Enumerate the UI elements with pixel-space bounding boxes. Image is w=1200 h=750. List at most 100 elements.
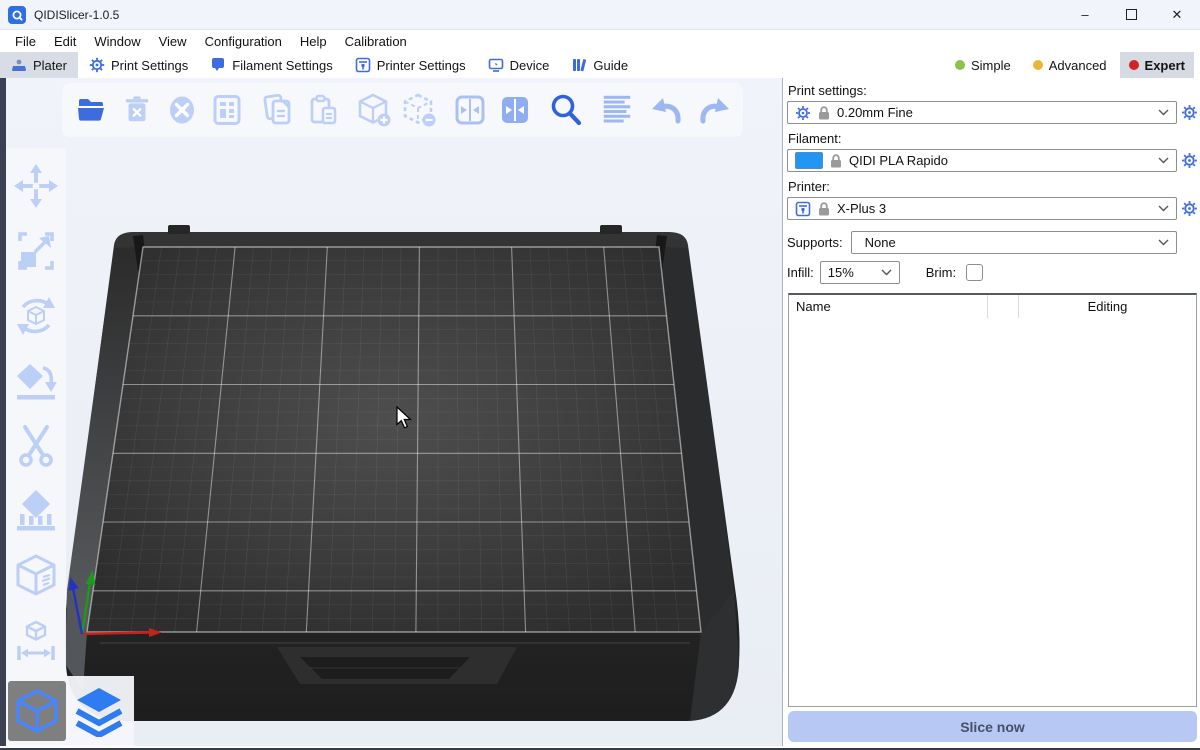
scale-button[interactable] <box>12 227 60 275</box>
menu-calibration[interactable]: Calibration <box>336 32 416 51</box>
app-window: QIDISlicer-1.0.5 – ✕ File Edit Window Vi… <box>0 0 1200 750</box>
tab-printer-settings[interactable]: Printer Settings <box>344 52 477 78</box>
open-button[interactable] <box>74 90 110 130</box>
print-settings-combo[interactable]: 0.20mm Fine <box>787 101 1177 124</box>
copy-icon <box>261 93 295 127</box>
search-button[interactable] <box>548 90 584 130</box>
window-title: QIDISlicer-1.0.5 <box>34 8 119 22</box>
plater-icon <box>11 57 27 73</box>
guide-icon <box>571 57 587 73</box>
edit-print-settings-button[interactable] <box>1180 103 1199 122</box>
split-objects-icon <box>453 93 487 127</box>
printer-combo[interactable]: X-Plus 3 <box>787 197 1177 220</box>
tab-plater[interactable]: Plater <box>0 52 78 78</box>
edit-filament-button[interactable] <box>1180 151 1199 170</box>
tab-guide[interactable]: Guide <box>560 52 639 78</box>
slice-now-button[interactable]: Slice now <box>788 711 1197 742</box>
printer-icon <box>795 201 811 217</box>
mode-expert[interactable]: Expert <box>1120 52 1194 78</box>
gear-icon <box>795 105 811 121</box>
tab-filament-settings[interactable]: Filament Settings <box>199 52 343 78</box>
add-instance-button[interactable] <box>356 90 392 130</box>
mode-simple[interactable]: Simple <box>946 52 1020 78</box>
menu-view[interactable]: View <box>150 32 196 51</box>
column-editing: Editing <box>1018 295 1196 318</box>
measure-icon <box>13 618 59 664</box>
minimize-button[interactable]: – <box>1062 0 1108 30</box>
rotate-button[interactable] <box>12 292 60 340</box>
place-on-face-icon <box>13 358 59 404</box>
cut-icon <box>13 423 59 469</box>
delete-all-button[interactable] <box>164 90 200 130</box>
maximize-button[interactable] <box>1108 0 1154 30</box>
print-settings-label: Print settings: <box>788 83 1200 98</box>
measure-button[interactable] <box>12 617 60 665</box>
menu-edit[interactable]: Edit <box>45 32 85 51</box>
mode-label: Simple <box>971 58 1011 73</box>
chevron-down-icon <box>1158 109 1169 116</box>
paste-icon <box>306 93 340 127</box>
title-bar: QIDISlicer-1.0.5 – ✕ <box>0 0 1200 30</box>
filament-value: QIDI PLA Rapido <box>849 153 1151 168</box>
undo-button[interactable] <box>650 90 686 130</box>
infill-value: 15% <box>828 265 874 280</box>
edit-printer-button[interactable] <box>1180 199 1199 218</box>
plater-toolbar <box>62 83 743 137</box>
redo-button[interactable] <box>695 90 731 130</box>
filament-combo[interactable]: QIDI PLA Rapido <box>787 149 1177 172</box>
copy-button[interactable] <box>260 90 296 130</box>
settings-panel: Print settings: <box>783 78 1200 746</box>
arrange-button[interactable] <box>209 90 245 130</box>
close-button[interactable]: ✕ <box>1154 0 1200 30</box>
view-toggle <box>6 676 134 746</box>
open-folder-icon <box>75 93 109 127</box>
gizmo-toolbar <box>6 148 66 746</box>
move-button[interactable] <box>12 162 60 210</box>
app-logo-icon <box>8 6 26 24</box>
seam-painting-button[interactable] <box>12 552 60 600</box>
delete-button[interactable] <box>119 90 155 130</box>
delete-all-icon <box>165 93 199 127</box>
tab-print-settings[interactable]: Print Settings <box>78 52 199 78</box>
editor-view-button[interactable] <box>8 681 66 741</box>
menu-configuration[interactable]: Configuration <box>196 32 291 51</box>
3d-viewport[interactable] <box>0 78 783 746</box>
cube-view-icon <box>13 687 61 735</box>
menu-file[interactable]: File <box>6 32 45 51</box>
remove-instance-button[interactable] <box>401 90 437 130</box>
column-extruder <box>987 295 1018 318</box>
infill-combo[interactable]: 15% <box>820 261 900 284</box>
place-on-face-button[interactable] <box>12 357 60 405</box>
object-list-body[interactable] <box>789 318 1196 706</box>
menu-help[interactable]: Help <box>291 32 336 51</box>
cut-button[interactable] <box>12 422 60 470</box>
paint-on-supports-button[interactable] <box>12 487 60 535</box>
layers-view-icon <box>73 685 125 737</box>
menu-window[interactable]: Window <box>85 32 149 51</box>
seam-painting-icon <box>13 553 59 599</box>
gear-icon <box>1181 200 1198 217</box>
preview-view-button[interactable] <box>70 681 128 741</box>
printer-label: Printer: <box>788 179 1200 194</box>
printer-icon <box>355 57 371 73</box>
tab-device[interactable]: Device <box>477 52 561 78</box>
add-instance-icon <box>356 92 392 128</box>
chevron-down-icon <box>881 269 892 276</box>
split-to-objects-button[interactable] <box>452 90 488 130</box>
paste-button[interactable] <box>305 90 341 130</box>
mode-selector: Simple Advanced Expert <box>946 52 1194 78</box>
supports-combo[interactable]: None <box>851 231 1177 254</box>
column-name: Name <box>789 299 987 314</box>
variable-layer-height-button[interactable] <box>599 90 635 130</box>
expert-dot-icon <box>1129 60 1139 70</box>
mode-advanced[interactable]: Advanced <box>1024 52 1116 78</box>
device-icon <box>488 57 504 73</box>
menu-bar: File Edit Window View Configuration Help… <box>0 30 1200 52</box>
brim-checkbox[interactable] <box>966 264 983 281</box>
move-icon <box>13 163 59 209</box>
tab-label: Device <box>510 58 550 73</box>
lock-icon <box>818 106 830 120</box>
split-to-parts-button[interactable] <box>497 90 533 130</box>
object-list-header: Name Editing <box>789 295 1196 318</box>
print-settings-value: 0.20mm Fine <box>837 105 1151 120</box>
